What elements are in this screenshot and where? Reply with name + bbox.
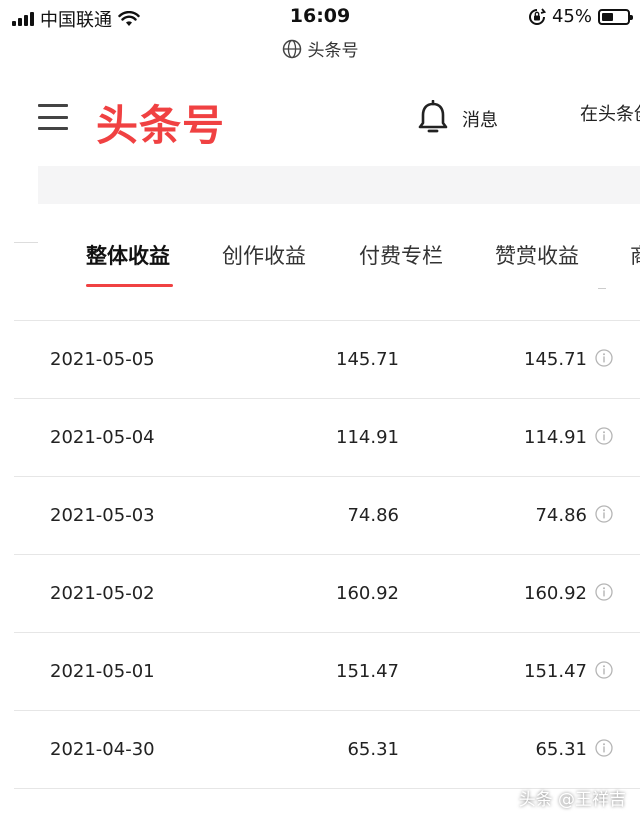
row-revenue-detail: 160.92 <box>524 583 587 604</box>
watermark: 头条 @王祥吉 <box>518 790 626 810</box>
row-revenue-detail: 65.31 <box>535 739 587 760</box>
tab-divider <box>14 242 38 243</box>
header-right-link[interactable]: 在头条创 <box>580 100 640 126</box>
revenue-table: 2021-05-05 145.71 145.71 2021-05-04 114.91 11… <box>14 320 640 789</box>
tab-overall-revenue[interactable]: 整体收益 <box>86 240 170 270</box>
info-icon[interactable] <box>595 427 613 445</box>
site-title: 头条号 <box>307 41 359 61</box>
browser-address-bar[interactable]: 头条号 <box>0 36 640 61</box>
info-icon[interactable] <box>595 505 613 523</box>
row-revenue-detail: 145.71 <box>524 349 587 370</box>
row-total-revenue: 151.47 <box>336 661 399 682</box>
orientation-lock-icon <box>528 7 546 25</box>
row-total-revenue: 145.71 <box>336 349 399 370</box>
row-total-revenue: 160.92 <box>336 583 399 604</box>
tab-creation-revenue[interactable]: 创作收益 <box>222 240 306 270</box>
globe-icon <box>282 39 301 58</box>
row-date: 2021-05-04 <box>50 427 155 448</box>
row-total-revenue: 74.86 <box>347 505 399 526</box>
row-date: 2021-05-03 <box>50 505 155 526</box>
tab-tip-revenue[interactable]: 赞赏收益 <box>495 240 579 270</box>
table-row: 2021-05-05 145.71 145.71 <box>14 320 640 398</box>
logo[interactable]: 头条号 <box>96 92 225 153</box>
battery-icon <box>598 8 633 25</box>
row-total-revenue: 65.31 <box>347 739 399 760</box>
info-icon[interactable] <box>595 661 613 679</box>
row-date: 2021-04-30 <box>50 739 155 760</box>
row-date: 2021-05-01 <box>50 661 155 682</box>
bell-icon[interactable] <box>416 100 450 136</box>
info-icon[interactable] <box>595 349 613 367</box>
messages-link[interactable]: 消息 <box>462 106 498 132</box>
row-date: 2021-05-05 <box>50 349 155 370</box>
row-revenue-detail: 74.86 <box>535 505 587 526</box>
tab-paid-column[interactable]: 付费专栏 <box>359 240 443 270</box>
table-row: 2021-04-30 65.31 65.31 <box>14 710 640 789</box>
table-row: 2021-05-04 114.91 114.91 <box>14 398 640 476</box>
info-icon[interactable] <box>595 583 613 601</box>
info-icon[interactable] <box>595 739 613 757</box>
scroll-hint <box>598 288 606 289</box>
battery-percent: 45% <box>551 6 592 27</box>
active-tab-indicator <box>86 284 173 287</box>
revenue-tabs: 整体收益 创作收益 付费专栏 赞赏收益 商 <box>0 232 640 292</box>
row-date: 2021-05-02 <box>50 583 155 604</box>
row-revenue-detail: 114.91 <box>524 427 587 448</box>
table-row: 2021-05-02 160.92 160.92 <box>14 554 640 632</box>
app-header: 头条号 消息 在头条创 <box>0 90 640 150</box>
table-row: 2021-05-01 151.47 151.47 <box>14 632 640 710</box>
status-right: 45% <box>528 6 633 27</box>
notice-bar <box>38 166 640 204</box>
row-revenue-detail: 151.47 <box>524 661 587 682</box>
menu-icon[interactable] <box>38 104 68 130</box>
tab-commerce[interactable]: 商 <box>630 240 640 270</box>
status-bar: 中国联通 16:09 45% <box>0 0 640 34</box>
table-row: 2021-05-03 74.86 74.86 <box>14 476 640 554</box>
row-total-revenue: 114.91 <box>336 427 399 448</box>
